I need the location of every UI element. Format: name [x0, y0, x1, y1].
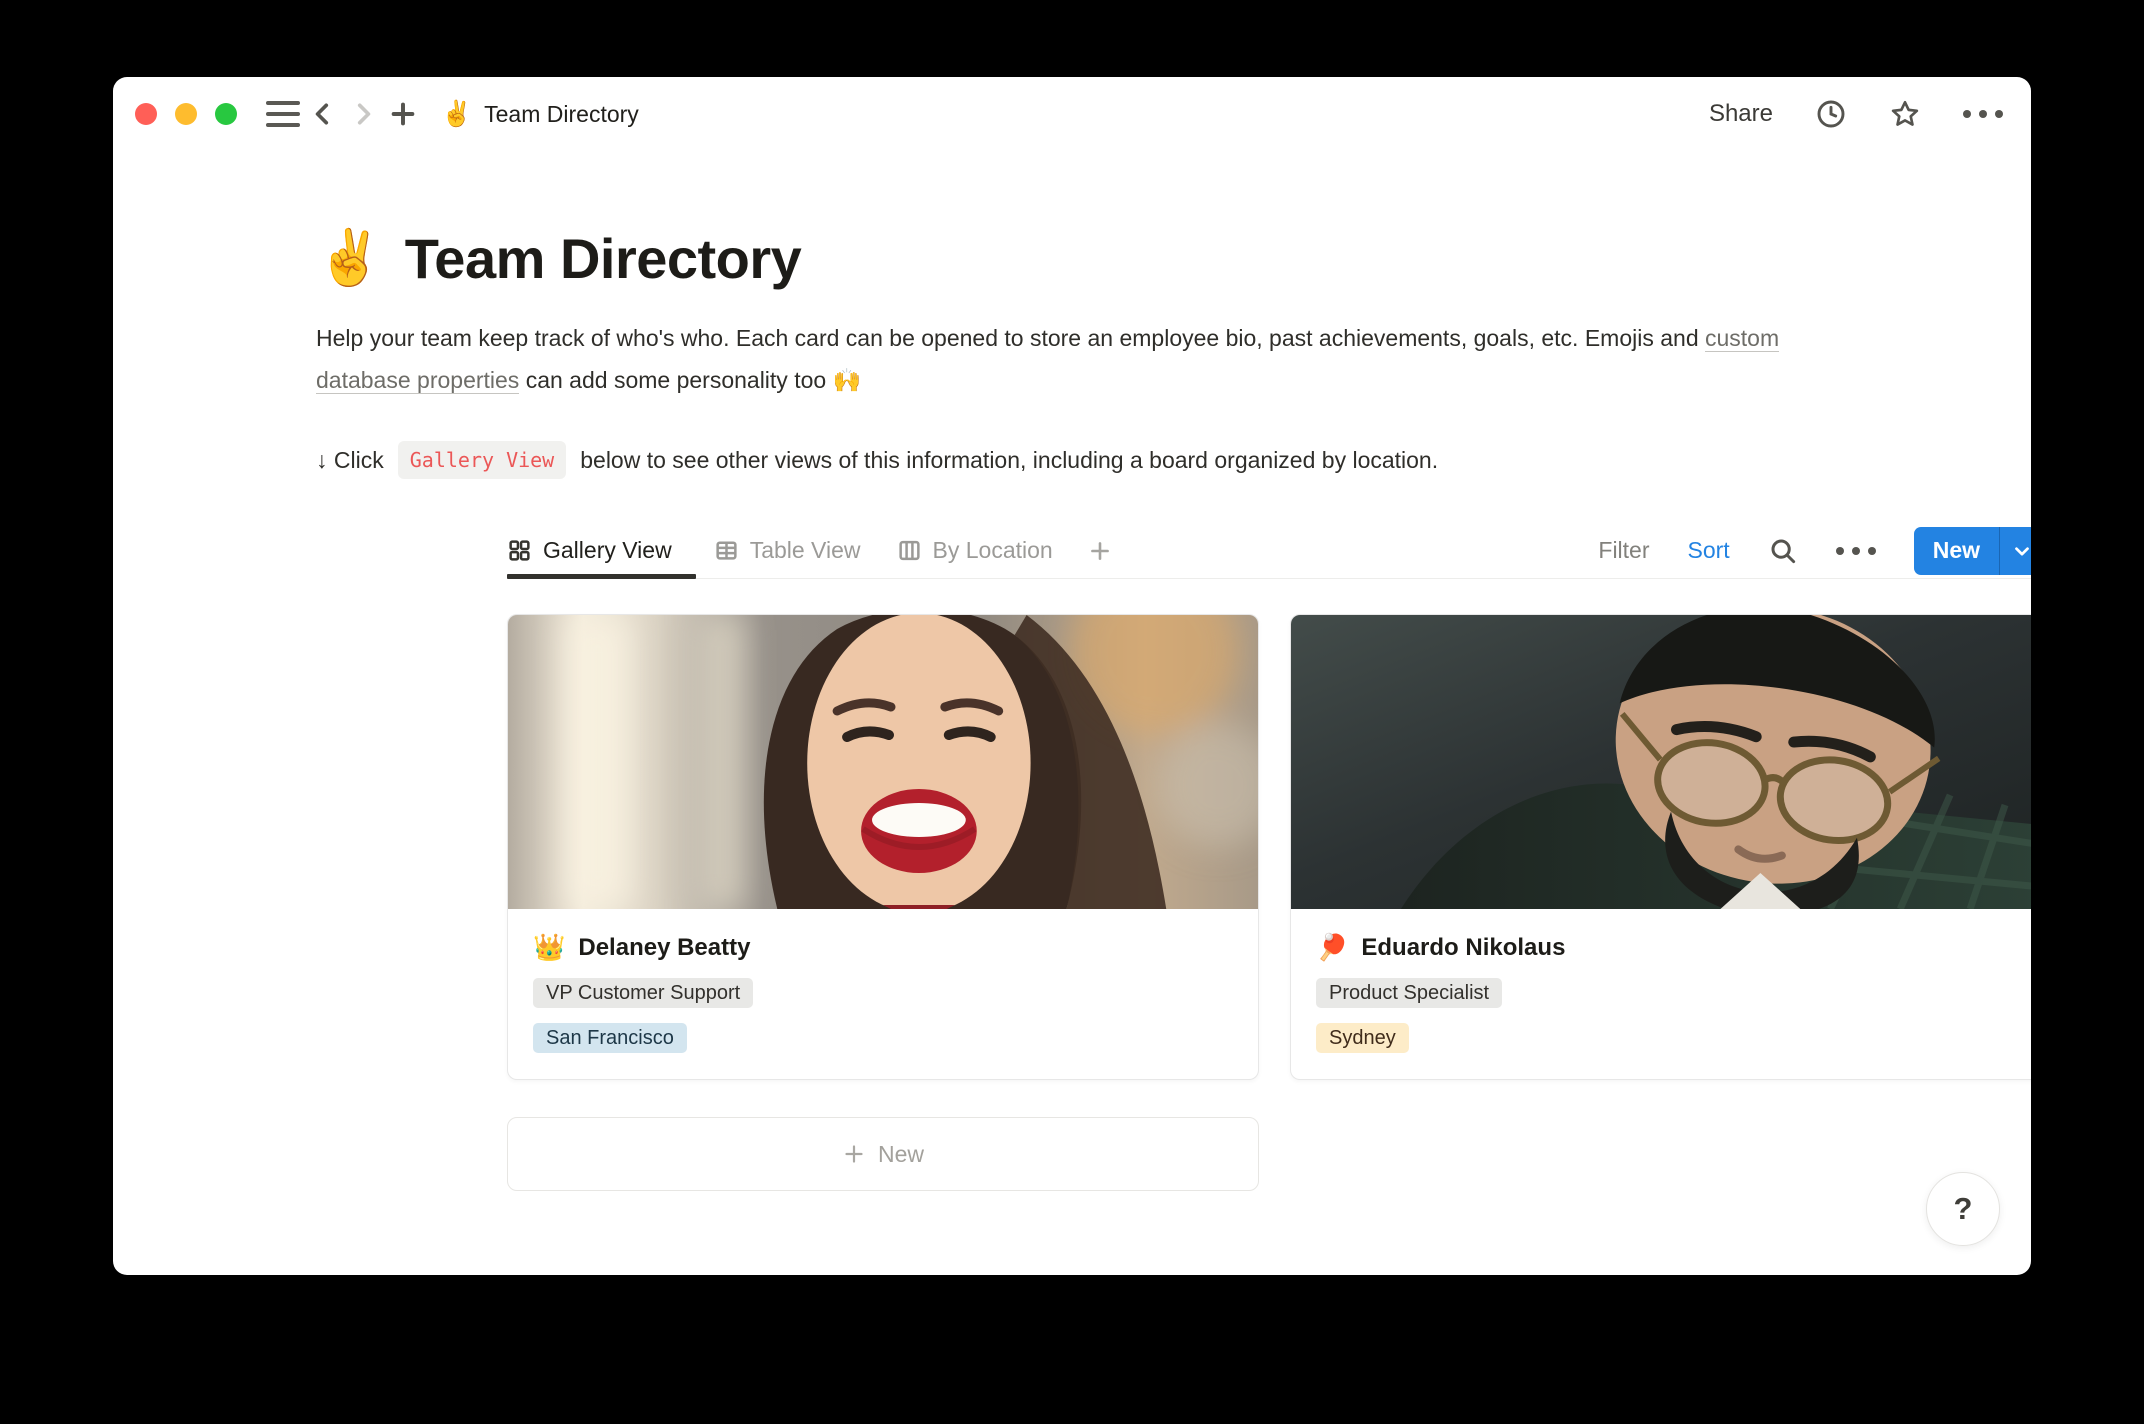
sort-button[interactable]: Sort: [1688, 537, 1730, 564]
page-title: ✌️ Team Directory: [316, 226, 2031, 291]
new-card-button[interactable]: New: [507, 1117, 1259, 1191]
portrait-woman-laughing: [508, 615, 1258, 909]
chevron-right-icon: [350, 101, 376, 127]
instruction-text-before: ↓ Click: [316, 447, 384, 474]
page-emoji: ✌️: [441, 100, 472, 129]
tab-table-view[interactable]: Table View: [696, 523, 879, 578]
board-columns-icon: [897, 538, 922, 563]
card-name-text: Delaney Beatty: [578, 934, 750, 962]
card-eduardo-nikolaus[interactable]: 🏓 Eduardo Nikolaus Product Specialist Sy…: [1290, 614, 2031, 1080]
ellipsis-icon: [1836, 547, 1876, 555]
titlebar: ✌️ Team Directory Share: [113, 77, 2031, 151]
portrait-man-glasses: [1291, 615, 2031, 909]
card-body: 👑 Delaney Beatty VP Customer Support San…: [508, 909, 1258, 1079]
card-body: 🏓 Eduardo Nikolaus Product Specialist Sy…: [1291, 909, 2031, 1079]
view-tabs-row: Gallery View Table View By Location: [507, 523, 2031, 579]
search-icon: [1768, 536, 1798, 566]
description-text-before: Help your team keep track of who's who. …: [316, 325, 1705, 351]
favorite-button[interactable]: [1889, 98, 1921, 130]
card-title: 🏓 Eduardo Nikolaus: [1316, 932, 2017, 963]
card-title: 👑 Delaney Beatty: [533, 932, 1233, 963]
tab-label: By Location: [933, 537, 1053, 564]
instruction-line: ↓ Click Gallery View below to see other …: [316, 441, 2031, 479]
location-tag: Sydney: [1316, 1023, 1409, 1053]
card-cover-photo: [1291, 615, 2031, 909]
search-button[interactable]: [1768, 536, 1798, 566]
back-button[interactable]: [303, 94, 343, 134]
close-window-button[interactable]: [135, 103, 157, 125]
plus-icon: [389, 100, 417, 128]
plus-icon: [1087, 538, 1113, 564]
clock-icon: [1815, 98, 1847, 130]
location-tag: San Francisco: [533, 1023, 687, 1053]
sidebar-toggle-button[interactable]: [263, 94, 303, 134]
page-title-text: Team Directory: [405, 226, 802, 291]
page-title-emoji: ✌️: [316, 227, 383, 290]
star-icon: [1889, 98, 1921, 130]
tab-by-location[interactable]: By Location: [879, 523, 1071, 578]
page-content: ✌️ Team Directory Help your team keep tr…: [113, 151, 2031, 1191]
collection-view: Gallery View Table View By Location: [507, 523, 2031, 1191]
filter-button[interactable]: Filter: [1598, 537, 1649, 564]
traffic-lights: [135, 103, 237, 125]
share-button[interactable]: Share: [1709, 100, 1773, 128]
card-name-text: Eduardo Nikolaus: [1361, 934, 1565, 962]
table-icon: [714, 538, 739, 563]
help-button[interactable]: ?: [1926, 1172, 2000, 1246]
card-cover-photo: [508, 615, 1258, 909]
app-window: ✌️ Team Directory Share ✌️: [113, 77, 2031, 1275]
new-page-button[interactable]: [383, 94, 423, 134]
tab-label: Gallery View: [543, 537, 672, 564]
role-tag: VP Customer Support: [533, 978, 753, 1008]
card-emoji: 👑: [533, 932, 565, 963]
page-description: Help your team keep track of who's who. …: [316, 317, 1796, 401]
chevron-down-icon: [2011, 540, 2032, 562]
card-delaney-beatty[interactable]: 👑 Delaney Beatty VP Customer Support San…: [507, 614, 1259, 1080]
new-record-dropdown-button[interactable]: [1999, 527, 2031, 575]
new-record-button-group: New: [1914, 527, 2031, 575]
titlebar-actions: Share: [1709, 98, 2003, 130]
role-tag: Product Specialist: [1316, 978, 1502, 1008]
zoom-window-button[interactable]: [215, 103, 237, 125]
add-view-button[interactable]: [1077, 523, 1123, 578]
plus-icon: [842, 1142, 866, 1166]
breadcrumb[interactable]: ✌️ Team Directory: [441, 100, 639, 129]
new-card-label: New: [878, 1141, 924, 1168]
breadcrumb-title: Team Directory: [484, 101, 639, 128]
instruction-text-after: below to see other views of this informa…: [580, 447, 1438, 474]
new-record-button[interactable]: New: [1914, 527, 1999, 575]
more-options-button[interactable]: [1963, 110, 2003, 118]
question-mark-icon: ?: [1954, 1191, 1973, 1227]
card-emoji: 🏓: [1316, 932, 1348, 963]
minimize-window-button[interactable]: [175, 103, 197, 125]
gallery-view-code-chip: Gallery View: [398, 441, 567, 479]
forward-button[interactable]: [343, 94, 383, 134]
gallery-grid-icon: [507, 538, 532, 563]
tab-label: Table View: [750, 537, 861, 564]
history-button[interactable]: [1815, 98, 1847, 130]
description-text-after: can add some personality too 🙌: [519, 367, 861, 393]
ellipsis-icon: [1963, 110, 2003, 118]
hamburger-icon: [266, 101, 300, 127]
gallery-cards: 👑 Delaney Beatty VP Customer Support San…: [507, 614, 2031, 1080]
chevron-left-icon: [310, 101, 336, 127]
tab-gallery-view[interactable]: Gallery View: [507, 523, 696, 578]
view-options-button[interactable]: [1836, 547, 1876, 555]
collection-toolbar: Filter Sort New: [1598, 527, 2031, 575]
